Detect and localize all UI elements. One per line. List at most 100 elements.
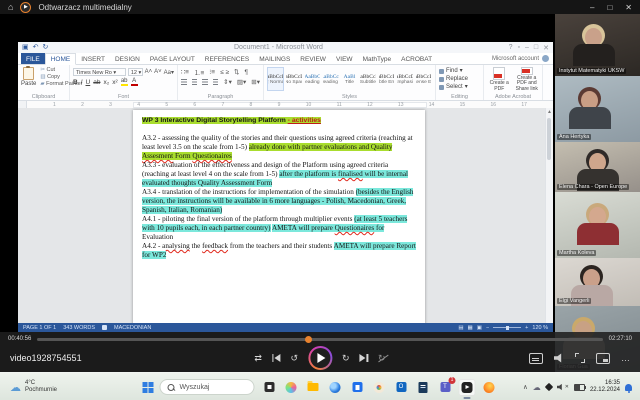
scrollbar-thumb[interactable] [547,118,551,160]
participant-tile[interactable]: Martha Koleva [555,192,640,258]
replace-button[interactable]: Replace [439,75,480,83]
undo-icon[interactable]: ↶ [33,42,39,53]
taskbar-app-firefox[interactable] [481,379,498,396]
find-button[interactable]: Find ▾ [439,67,480,75]
sort-button[interactable]: ⇅ [234,68,239,76]
taskbar-search[interactable]: Wyszukaj [160,379,255,395]
volume-button[interactable] [554,353,564,363]
video-area[interactable]: ▣ ↶ ↻ Document1 - Microsoft Word ? ▫ – □… [0,14,555,332]
pilcrow-button[interactable]: ¶ [245,69,249,76]
dropbox-icon[interactable] [545,383,553,391]
notification-bell-icon[interactable] [625,384,632,391]
word-close-button[interactable]: ✕ [543,44,549,52]
skip-back-button[interactable]: ↺ [290,353,298,363]
close-button[interactable]: ✕ [625,3,632,12]
word-restore-button[interactable]: □ [534,44,538,52]
taskbar-app-outlook[interactable]: O [393,379,410,396]
subtitles-button[interactable] [529,353,543,364]
italic-button[interactable]: I [81,79,83,86]
ribbon-tab-page-layout[interactable]: PAGE LAYOUT [145,53,200,64]
shading-button[interactable]: ▨▾ [237,78,246,86]
strikethrough-button[interactable]: ab [93,79,100,86]
create-pdf-share-button[interactable]: Create a PDF and Share link [515,67,540,92]
ribbon-tab-view[interactable]: VIEW [331,53,358,64]
previous-button[interactable] [272,354,281,362]
word-minimize-button[interactable]: – [525,44,529,52]
seek-handle[interactable] [305,336,312,343]
style-heading-2[interactable]: AaBbCcEHeading 2 [322,67,339,91]
zoom-out-icon[interactable]: − [486,325,489,331]
style-emphasis[interactable]: AaBbCcDdEmphasis [396,67,413,91]
document-page[interactable]: WP 3 Interactive Digital Storytelling Pl… [133,110,425,323]
superscript-button[interactable]: x² [112,79,117,86]
style-subtle-em-[interactable]: AaBbCcDdSubtle Em... [378,67,395,91]
style-intense-e-[interactable]: AaBbCcDdIntense E... [415,67,432,91]
read-mode-icon[interactable]: ▤ [458,325,463,331]
taskbar-app-teams[interactable]: T1 [437,379,454,396]
web-layout-icon[interactable]: ▣ [477,325,482,331]
taskbar-app-photos[interactable] [371,379,388,396]
highlight-color-button[interactable]: ab [121,78,128,86]
restore-button[interactable]: □ [607,3,612,12]
volume-muted-icon[interactable]: ✕ [557,384,569,391]
proofing-icon[interactable] [102,325,107,330]
document-canvas[interactable]: WP 3 Interactive Digital Storytelling Pl… [18,108,546,323]
taskbar-app-file-explorer[interactable] [305,379,322,396]
borders-button[interactable]: ⊞▾ [251,78,260,86]
align-left-button[interactable] [181,79,187,85]
taskbar-app-notepad[interactable] [415,379,432,396]
word-help-icon[interactable]: ? [509,44,513,52]
word-ribbon-options-icon[interactable]: ▫ [518,44,520,52]
font-size-select[interactable]: 12 ▾ [128,68,143,76]
taskbar-app-media-player[interactable] [459,379,476,396]
language-indicator[interactable]: MACEDONIAN [114,325,151,331]
fullscreen-button[interactable] [575,353,585,363]
ribbon-tab-mathtype[interactable]: MathType [358,53,397,64]
multilevel-list-button[interactable]: ⁝≡ [209,68,215,76]
participant-tile[interactable]: Elena Chara - Open Europe [555,142,640,192]
paste-button[interactable]: Paste [21,67,36,92]
ribbon-tab-review[interactable]: REVIEW [295,53,331,64]
print-layout-icon[interactable]: ▦ [468,325,473,331]
style-title[interactable]: AaBlTitle [341,67,358,91]
repeat-off-button[interactable]: ↻ [378,353,386,363]
word-count[interactable]: 343 WORDS [63,325,95,331]
grow-font-button[interactable]: A˄ [145,69,153,75]
taskbar-clock[interactable]: 16:35 22.12.2024 [590,380,620,394]
ribbon-tab-design[interactable]: DESIGN [110,53,145,64]
microsoft-account[interactable]: Microsoft account [492,53,553,64]
play-button[interactable] [308,346,332,370]
select-button[interactable]: Select ▾ [439,83,480,91]
style-heading-1[interactable]: AaBbCHeading 1 [304,67,321,91]
font-name-select[interactable]: Times New Ro ▾ [73,68,126,76]
bullets-button[interactable]: ∷≡ [181,68,189,76]
style--normal[interactable]: AaBbCcDd¶ Normal [267,67,284,91]
more-options-button[interactable]: … [621,354,630,363]
participant-tile[interactable]: Ana Hertyka [555,76,640,142]
battery-icon[interactable] [574,384,585,391]
taskbar-app-copilot[interactable] [283,379,300,396]
ribbon-tab-file[interactable]: FILE [21,53,45,64]
home-icon[interactable]: ⌂ [8,0,13,14]
taskbar-app-microsoft-store[interactable] [349,379,366,396]
tray-chevron-icon[interactable]: ∧ [523,383,528,391]
subscript-button[interactable]: x₂ [103,79,109,86]
scroll-up-icon[interactable]: ▲ [546,108,553,116]
skip-forward-button[interactable]: ↻ [342,353,350,363]
style-subtitle[interactable]: AaBbCcDSubtitle [359,67,376,91]
numbering-button[interactable]: ⒈≡ [194,67,204,77]
mini-player-button[interactable] [596,353,610,364]
ribbon-tab-home[interactable]: HOME [45,53,77,65]
line-spacing-button[interactable]: ⇕▾ [223,78,232,86]
taskbar-app-task-view[interactable] [261,379,278,396]
zoom-level[interactable]: 120 % [532,325,548,331]
participant-tile[interactable]: Instytut Matematyki UKSW [555,14,640,76]
ribbon-tab-references[interactable]: REFERENCES [200,53,254,64]
seek-bar[interactable] [37,338,602,341]
page-indicator[interactable]: PAGE 1 OF 1 [23,325,56,331]
zoom-slider[interactable] [493,327,521,328]
ribbon-tab-acrobat[interactable]: ACROBAT [396,53,437,64]
style--no-spac-[interactable]: AaBbCcDd¶ No Spac... [285,67,302,91]
align-right-button[interactable] [202,79,208,85]
zoom-in-icon[interactable]: + [525,325,528,331]
